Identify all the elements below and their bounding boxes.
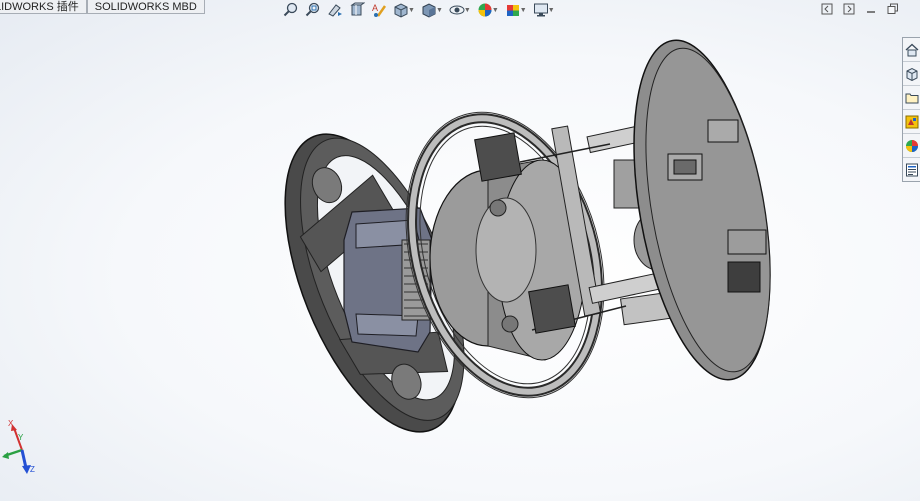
tab-solidworks-mbd[interactable]: SOLIDWORKS MBD [86, 0, 205, 14]
previous-view-icon[interactable] [324, 1, 346, 19]
zoom-to-area-icon[interactable] [302, 1, 324, 19]
chevron-down-icon[interactable]: ▼ [548, 7, 555, 14]
design-library-icon[interactable] [903, 62, 920, 86]
view-palette-icon[interactable] [903, 110, 920, 134]
maximize-icon[interactable] [884, 1, 902, 16]
tab-solidworks-addins[interactable]: LIDWORKS 插件 [0, 0, 87, 14]
custom-properties-icon[interactable] [903, 158, 920, 181]
appearances-icon[interactable] [903, 134, 920, 158]
z-axis-label: Z [30, 465, 35, 474]
file-explorer-icon[interactable] [903, 86, 920, 110]
command-manager-tabs: LIDWORKS 插件 SOLIDWORKS MBD [0, 0, 205, 15]
viewport-window-controls [818, 1, 902, 16]
axis-triad: X Y Z [2, 419, 35, 474]
home-icon[interactable] [903, 38, 920, 62]
zoom-to-fit-icon[interactable] [280, 1, 302, 19]
minimize-icon[interactable] [862, 1, 880, 16]
section-view-icon[interactable] [346, 1, 368, 19]
chevron-down-icon[interactable]: ▼ [520, 7, 527, 14]
chevron-down-icon[interactable]: ▼ [464, 7, 471, 14]
chevron-down-icon[interactable]: ▼ [492, 7, 499, 14]
x-axis-label: X [8, 419, 14, 428]
y-axis-label: Y [18, 433, 24, 442]
exploded-assembly-model[interactable] [270, 30, 790, 440]
restore-left-icon[interactable] [818, 1, 836, 16]
svg-text:A: A [372, 3, 378, 13]
restore-right-icon[interactable] [840, 1, 858, 16]
heads-up-view-toolbar: A ▼ ▼ ▼ ▼ ▼ ▼ [280, 0, 558, 20]
task-pane-tabs [902, 37, 920, 182]
end-plate-disc[interactable] [611, 30, 790, 390]
chevron-down-icon[interactable]: ▼ [436, 7, 443, 14]
dynamic-annotation-icon[interactable]: A [368, 1, 390, 19]
chevron-down-icon[interactable]: ▼ [408, 7, 415, 14]
